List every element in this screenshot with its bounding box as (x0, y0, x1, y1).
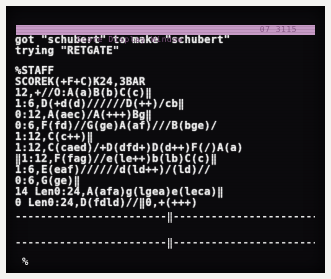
terminal-output: Score Display Window 07 3115 got "schube… (15, 25, 317, 209)
divider-ruler-top: ------------------------‖---------------… (15, 212, 315, 223)
terminal-screen: Score Display Window 07 3115 got "schube… (6, 6, 325, 273)
terminal-line: 0 Len0:24,D(fdld)//‖0,+(+++) (15, 197, 198, 209)
divider-ruler-bottom: ------------------------‖---------------… (15, 238, 315, 249)
window-title: Score Display Window (76, 35, 183, 44)
window-title-right: 07 3115 (259, 25, 297, 34)
monitor-bezel: Score Display Window 07 3115 got "schube… (0, 0, 331, 279)
window-title-bar[interactable]: Score Display Window 07 3115 (16, 25, 315, 44)
shell-prompt[interactable]: % (22, 256, 28, 268)
